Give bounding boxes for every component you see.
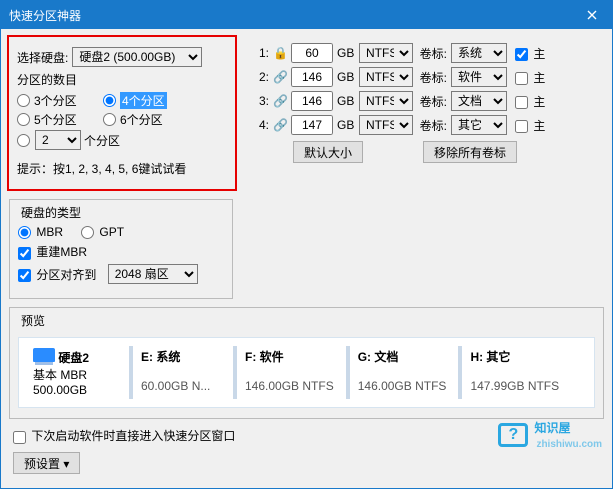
link-icon[interactable]: 🔗 xyxy=(273,94,287,108)
chk-startup[interactable]: 下次启动软件时直接进入快速分区窗口 xyxy=(13,427,235,444)
fs-select[interactable]: NTFS xyxy=(359,91,413,111)
opt-5[interactable]: 5个分区 xyxy=(17,111,87,128)
primary-checkbox[interactable]: 主 xyxy=(515,93,545,110)
volume-select[interactable]: 其它 xyxy=(451,115,507,135)
disk-select[interactable]: 硬盘2 (500.00GB) xyxy=(72,47,202,67)
preview-partition: H: 其它147.99GB NTFS xyxy=(458,346,567,399)
row-index: 1: xyxy=(257,46,269,60)
volume-select[interactable]: 软件 xyxy=(451,67,507,87)
partition-row: 3: 🔗 GB NTFS卷标:文档 主 xyxy=(257,91,600,111)
partition-grid: 1:🔒GBNTFS卷标:系统 主2:🔗GBNTFS卷标:软件 主3:🔗GBNTF… xyxy=(251,35,606,167)
count-label: 分区的数目 xyxy=(17,71,77,88)
primary-checkbox[interactable]: 主 xyxy=(515,45,545,62)
chk-rebuild-mbr[interactable]: 重建MBR xyxy=(18,243,87,260)
window-title: 快速分区神器 xyxy=(9,7,81,24)
clear-labels-button[interactable]: 移除所有卷标 xyxy=(423,141,517,163)
size-input[interactable] xyxy=(291,43,333,63)
partition-row: 2: 🔗 GB NTFS卷标:软件 主 xyxy=(257,67,600,87)
size-input[interactable] xyxy=(291,115,333,135)
gb-label: GB xyxy=(337,94,355,108)
size-input[interactable] xyxy=(291,67,333,87)
partition-settings-panel: 选择硬盘: 硬盘2 (500.00GB) 分区的数目 3个分区 4个分区 5个分… xyxy=(7,35,237,191)
link-icon[interactable]: 🔗 xyxy=(273,118,287,132)
row-index: 4: xyxy=(257,118,269,132)
preset-button[interactable]: 预设置 ▾ xyxy=(13,452,80,474)
size-input[interactable] xyxy=(291,91,333,111)
preview-partition: E: 系统60.00GB N... xyxy=(129,346,229,399)
disk-type-legend: 硬盘的类型 xyxy=(18,204,84,221)
opt-custom[interactable]: 2 个分区 xyxy=(17,130,120,150)
titlebar: 快速分区神器 xyxy=(1,1,612,29)
preview-legend: 预览 xyxy=(18,312,48,329)
hint-text: 提示：按1, 2, 3, 4, 5, 6键试试看 xyxy=(17,160,186,177)
row-index: 3: xyxy=(257,94,269,108)
opt-6[interactable]: 6个分区 xyxy=(103,111,173,128)
link-icon[interactable]: 🔗 xyxy=(273,70,287,84)
disk-label: 选择硬盘: xyxy=(17,49,68,66)
volume-select[interactable]: 系统 xyxy=(451,43,507,63)
preview-partition: F: 软件146.00GB NTFS xyxy=(233,346,342,399)
disk-type-panel: 硬盘的类型 MBR GPT 重建MBR 分区对齐到 2048 扇区 xyxy=(9,199,233,299)
fs-select[interactable]: NTFS xyxy=(359,115,413,135)
preview-disk: 硬盘2基本 MBR500.00GB xyxy=(25,346,125,399)
gb-label: GB xyxy=(337,70,355,84)
volume-label: 卷标: xyxy=(417,45,447,62)
custom-count-select[interactable]: 2 xyxy=(35,130,81,150)
row-index: 2: xyxy=(257,70,269,84)
opt-3[interactable]: 3个分区 xyxy=(17,92,87,109)
brand-logo: ? 知识屋 zhishiwu.com xyxy=(498,419,602,450)
preview-panel: 预览 硬盘2基本 MBR500.00GBE: 系统60.00GB N...F: … xyxy=(9,307,604,419)
primary-checkbox[interactable]: 主 xyxy=(515,69,545,86)
fs-select[interactable]: NTFS xyxy=(359,67,413,87)
default-size-button[interactable]: 默认大小 xyxy=(293,141,363,163)
volume-label: 卷标: xyxy=(417,93,447,110)
partition-row: 1: 🔒 GB NTFS卷标:系统 主 xyxy=(257,43,600,63)
preview-partition: G: 文档146.00GB NTFS xyxy=(346,346,455,399)
opt-gpt[interactable]: GPT xyxy=(81,225,124,239)
disk-icon xyxy=(33,348,55,362)
chk-align[interactable]: 分区对齐到 xyxy=(18,266,96,283)
align-select[interactable]: 2048 扇区 xyxy=(108,264,198,284)
lock-icon[interactable]: 🔒 xyxy=(273,46,287,60)
partition-row: 4: 🔗 GB NTFS卷标:其它 主 xyxy=(257,115,600,135)
gb-label: GB xyxy=(337,46,355,60)
volume-label: 卷标: xyxy=(417,69,447,86)
primary-checkbox[interactable]: 主 xyxy=(515,117,545,134)
volume-label: 卷标: xyxy=(417,117,447,134)
opt-mbr[interactable]: MBR xyxy=(18,225,63,239)
gb-label: GB xyxy=(337,118,355,132)
volume-select[interactable]: 文档 xyxy=(451,91,507,111)
close-button[interactable] xyxy=(572,1,612,29)
fs-select[interactable]: NTFS xyxy=(359,43,413,63)
opt-4[interactable]: 4个分区 xyxy=(103,92,173,109)
